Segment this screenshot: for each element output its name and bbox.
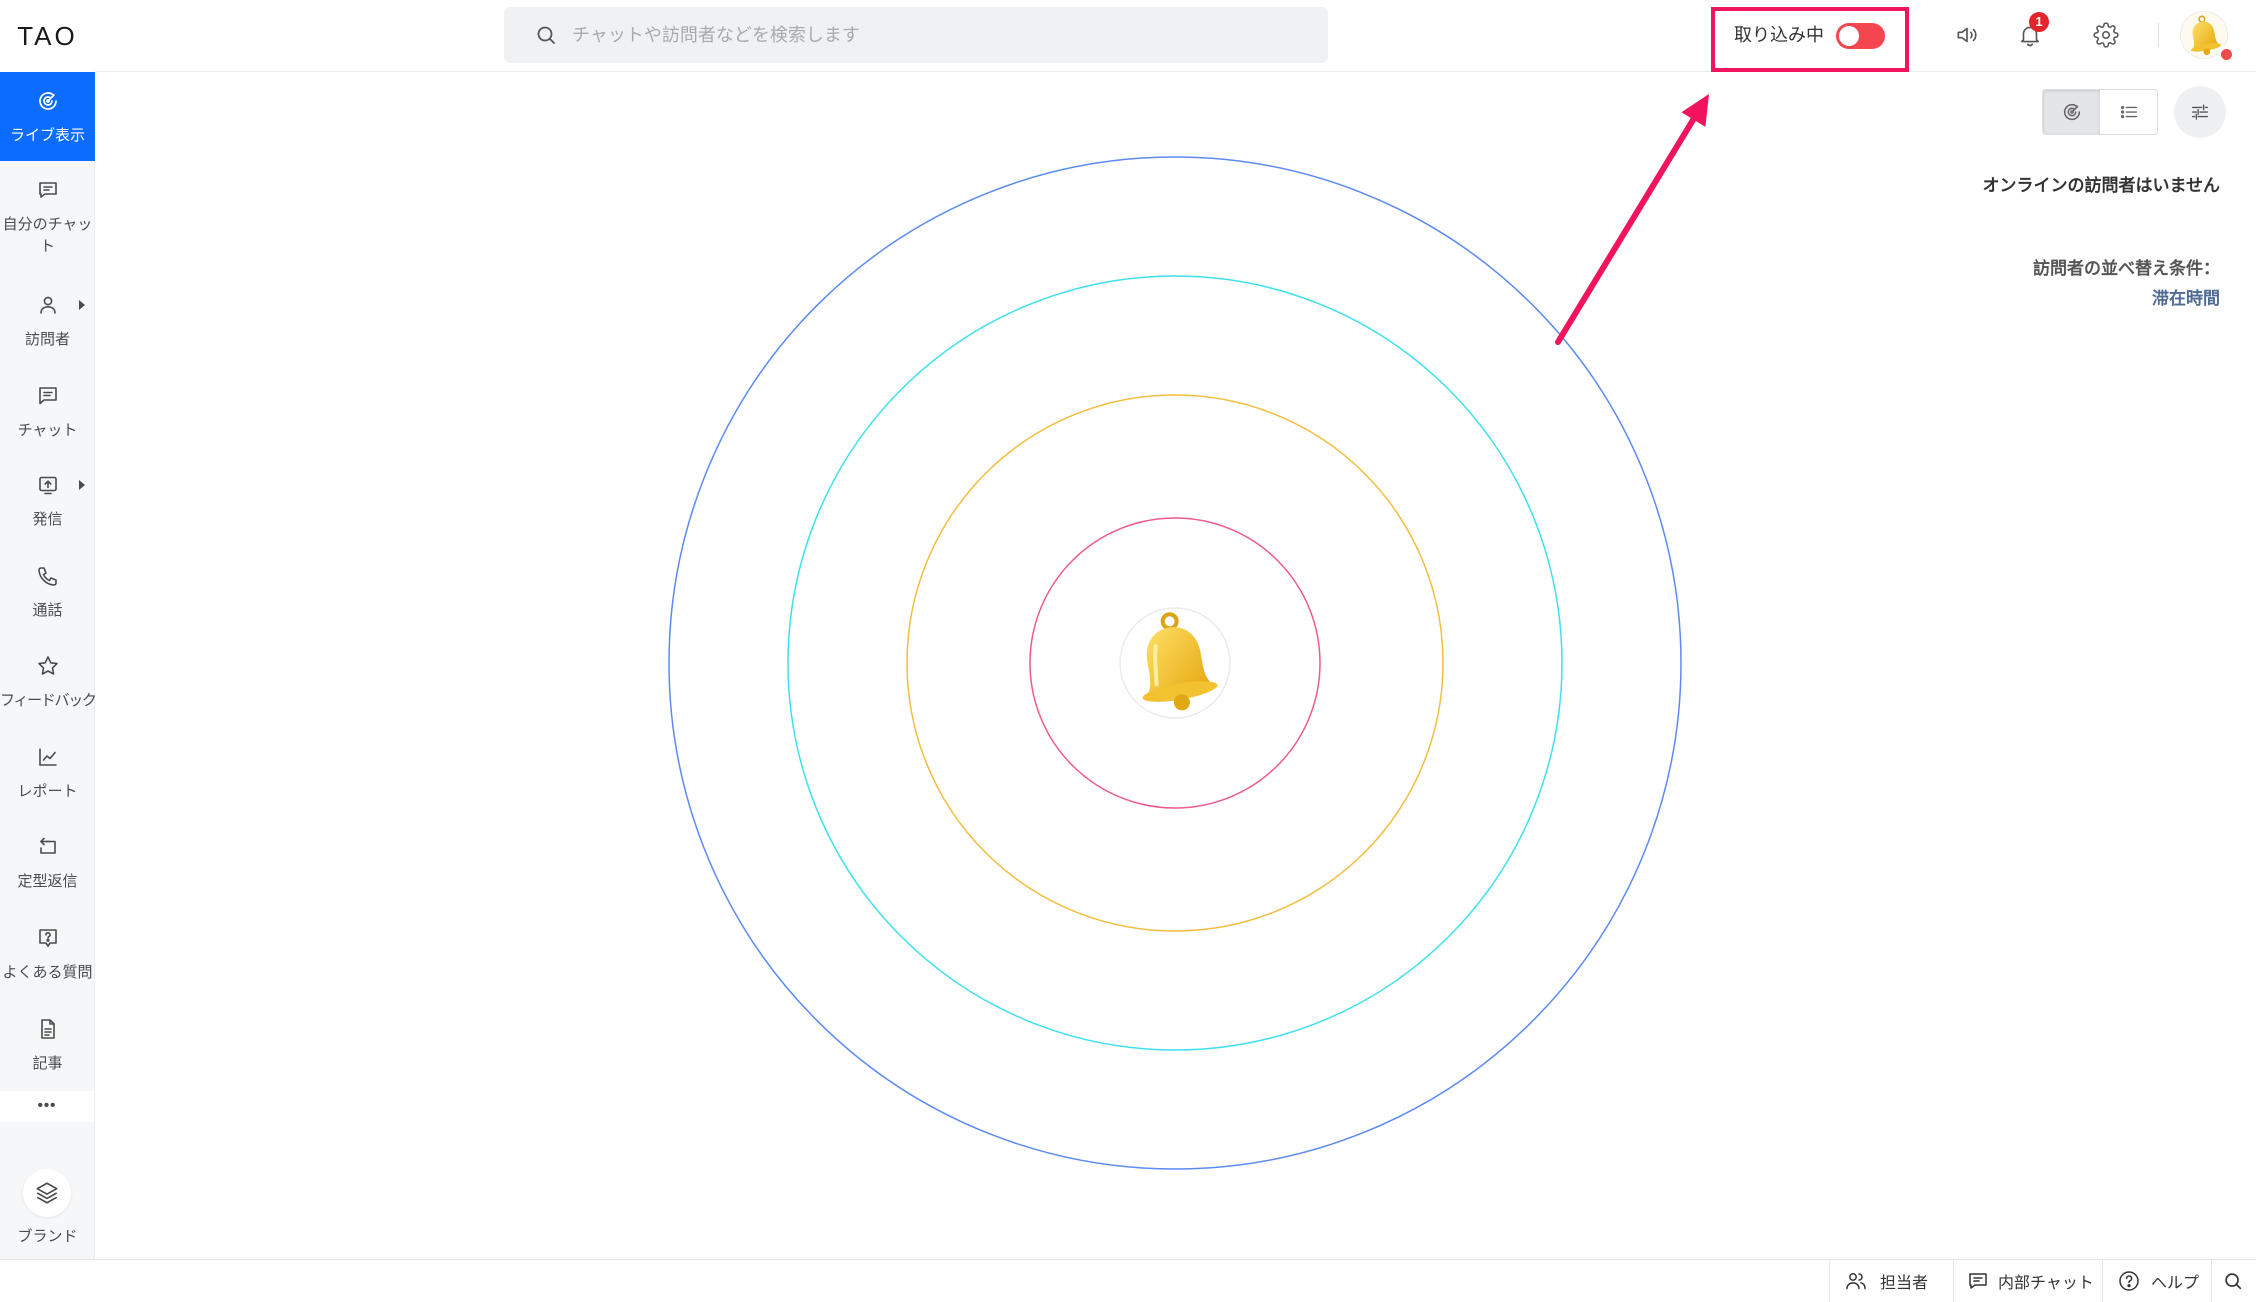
sidebar-item-visitors[interactable]: 訪問者 xyxy=(0,276,95,365)
footer-help-button[interactable]: ヘルプ xyxy=(2102,1260,2211,1302)
sidebar-more-button[interactable]: ••• xyxy=(0,1091,94,1122)
layers-icon xyxy=(23,1180,71,1206)
visitor-radar xyxy=(668,156,1682,1170)
help-circle-icon xyxy=(2117,1269,2141,1293)
star-icon xyxy=(36,654,60,678)
sidebar-item-label: 自分のチャット xyxy=(2,216,93,255)
radar-icon xyxy=(36,89,60,113)
sidebar-item-label: チャット xyxy=(17,422,78,439)
sliders-icon xyxy=(2189,101,2211,123)
submenu-caret-icon[interactable] xyxy=(79,480,85,490)
search-icon xyxy=(2222,1270,2244,1292)
sidebar-item-label: レポート xyxy=(17,783,78,800)
sidebar-item-calls[interactable]: 通話 xyxy=(0,547,95,636)
footer-bar: 担当者 内部チャット ヘルプ xyxy=(0,1259,2256,1302)
gear-icon xyxy=(2089,22,2123,48)
brand-button[interactable] xyxy=(23,1169,71,1217)
view-mode-toggle xyxy=(2042,89,2158,135)
search-input[interactable] xyxy=(572,7,1312,63)
sidebar-item-label: 定型返信 xyxy=(17,873,78,890)
message-square-icon xyxy=(36,384,60,408)
footer-item-label: 内部チャット xyxy=(1998,1275,2094,1292)
sidebar-item-label: 訪問者 xyxy=(24,331,70,348)
sidebar-item-label: よくある質問 xyxy=(2,964,93,981)
line-chart-icon xyxy=(36,745,60,769)
sidebar-item-faq[interactable]: よくある質問 xyxy=(0,909,95,998)
phone-icon xyxy=(36,564,60,588)
annotation-arrow-head xyxy=(1681,94,1709,127)
sidebar-item-label: 通話 xyxy=(32,602,63,619)
speaker-icon xyxy=(1950,22,1984,48)
chat-icon xyxy=(1966,1269,1990,1293)
global-search[interactable] xyxy=(504,7,1328,63)
document-icon xyxy=(36,1017,60,1041)
footer-item-label: 担当者 xyxy=(1880,1275,1929,1292)
footer-assignee-button[interactable]: 担当者 xyxy=(1829,1260,1953,1302)
sidebar-item-reports[interactable]: レポート xyxy=(0,728,95,817)
question-bubble-icon xyxy=(36,926,60,950)
upload-box-icon xyxy=(36,473,60,497)
avatar-status-dot xyxy=(2219,47,2234,62)
app-logo[interactable]: TAO xyxy=(0,0,95,72)
notification-badge: 1 xyxy=(2029,12,2049,32)
sidebar-item-chat[interactable]: チャット xyxy=(0,367,95,456)
sound-button[interactable] xyxy=(1950,18,1984,52)
settings-button[interactable] xyxy=(2089,18,2123,52)
sort-value-link[interactable]: 滞在時間 xyxy=(2152,287,2220,311)
sort-label: 訪問者の並べ替え条件： xyxy=(2033,259,2220,278)
radar-icon xyxy=(2061,101,2083,123)
status-label: 取り込み中 xyxy=(1734,25,1824,45)
submenu-caret-icon[interactable] xyxy=(79,300,85,310)
sidebar-item-articles[interactable]: 記事 xyxy=(0,1000,95,1089)
people-icon xyxy=(1844,1269,1868,1293)
reply-box-icon xyxy=(36,835,60,859)
sidebar-item-my-chats[interactable]: 自分のチャット xyxy=(0,161,95,255)
sidebar-item-canned-replies[interactable]: 定型返信 xyxy=(0,818,95,907)
view-list-button[interactable] xyxy=(2100,90,2157,134)
sidebar-item-label: ライブ表示 xyxy=(9,127,85,144)
sidebar-item-feedback[interactable]: フィードバック xyxy=(0,637,97,726)
chat-bubble-icon xyxy=(36,178,60,202)
sidebar-item-outbound[interactable]: 発信 xyxy=(0,456,95,545)
status-toggle[interactable] xyxy=(1836,23,1885,49)
footer-search-button[interactable] xyxy=(2211,1260,2256,1302)
person-icon xyxy=(36,293,60,317)
sidebar-item-label: 記事 xyxy=(32,1055,63,1072)
brand-label: ブランド xyxy=(17,1228,78,1245)
sidebar-item-label: 発信 xyxy=(32,511,63,528)
sidebar: ライブ表示 自分のチャット 訪問者 チャット 発信 通話 フィードバック レポー… xyxy=(0,72,97,1259)
header-icon-divider xyxy=(2158,23,2159,47)
footer-item-label: ヘルプ xyxy=(2151,1275,2200,1292)
sidebar-item-live-view[interactable]: ライブ表示 xyxy=(0,72,95,161)
sidebar-item-label: フィードバック xyxy=(0,692,97,709)
header-divider xyxy=(95,71,2256,72)
search-icon xyxy=(534,23,558,47)
footer-internal-chat-button[interactable]: 内部チャット xyxy=(1953,1260,2102,1302)
view-radar-button[interactable] xyxy=(2043,90,2100,134)
no-visitors-message: オンラインの訪問者はいません xyxy=(1982,176,2221,195)
filter-button[interactable] xyxy=(2174,86,2226,138)
list-icon xyxy=(2118,101,2140,123)
